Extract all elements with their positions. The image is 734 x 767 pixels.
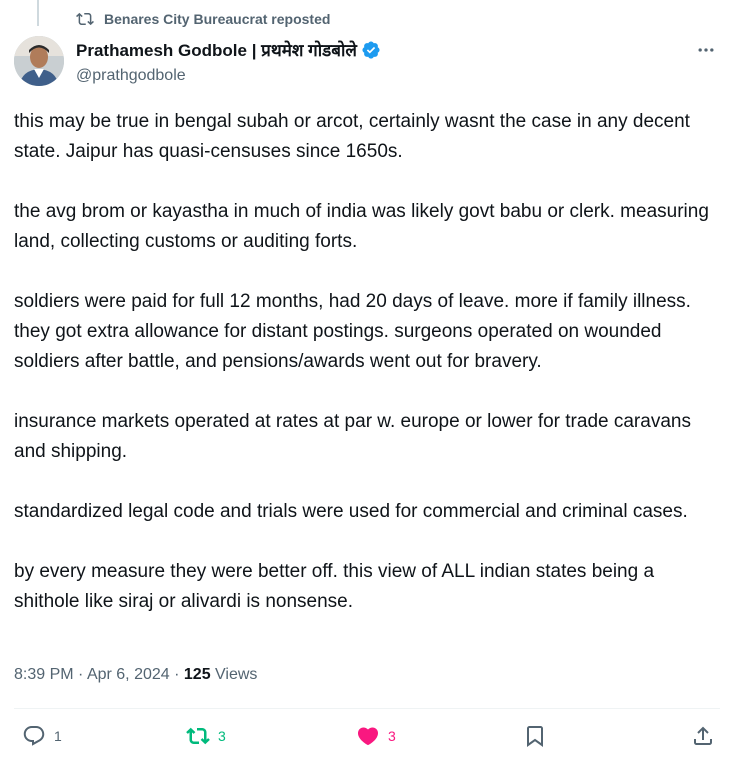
tweet-paragraph: the avg brom or kayastha in much of indi… bbox=[14, 201, 709, 252]
repost-count: 3 bbox=[218, 728, 226, 744]
repost-icon bbox=[76, 12, 94, 26]
verified-badge-icon[interactable] bbox=[361, 40, 381, 60]
heart-icon bbox=[357, 727, 379, 746]
tweet-date[interactable]: Apr 6, 2024 bbox=[87, 666, 170, 683]
meta-separator: · bbox=[169, 666, 184, 683]
bookmark-button[interactable] bbox=[523, 724, 547, 748]
tweet-time[interactable]: 8:39 PM bbox=[14, 666, 74, 683]
author-name-row[interactable]: Prathamesh Godbole | प्रथमेश गोडबोले bbox=[76, 38, 674, 61]
repost-button[interactable]: 3 bbox=[186, 724, 226, 748]
tweet-paragraph: this may be true in bengal subah or arco… bbox=[14, 111, 690, 162]
tweet-paragraph: standardized legal code and trials were … bbox=[14, 501, 688, 522]
avatar[interactable] bbox=[14, 36, 64, 86]
author-name[interactable]: Prathamesh Godbole | प्रथमेश गोडबोले bbox=[76, 38, 357, 61]
author-block[interactable]: Prathamesh Godbole | प्रथमेश गोडबोले @pr… bbox=[76, 38, 674, 85]
more-options-button[interactable] bbox=[694, 38, 718, 62]
repost-icon bbox=[186, 727, 210, 745]
tweet-meta: 8:39 PM · Apr 6, 2024 · 125 Views bbox=[14, 666, 257, 684]
repost-label: Benares City Bureaucrat reposted bbox=[104, 11, 331, 27]
author-handle[interactable]: @prathgodbole bbox=[76, 67, 674, 85]
like-count: 3 bbox=[388, 728, 396, 744]
like-button[interactable]: 3 bbox=[356, 724, 396, 748]
views-label: Views bbox=[210, 666, 258, 683]
tweet-paragraph: insurance markets operated at rates at p… bbox=[14, 411, 691, 462]
tweet-paragraph: by every measure they were better off. t… bbox=[14, 561, 655, 612]
tweet-paragraph: soldiers were paid for full 12 months, h… bbox=[14, 291, 691, 372]
reply-button[interactable]: 1 bbox=[22, 724, 62, 748]
views-count: 125 bbox=[183, 666, 211, 683]
reply-icon bbox=[23, 726, 45, 746]
reply-count: 1 bbox=[54, 728, 62, 744]
tweet-body: this may be true in bengal subah or arco… bbox=[14, 107, 714, 617]
divider bbox=[14, 708, 720, 709]
repost-indicator[interactable]: Benares City Bureaucrat reposted bbox=[76, 10, 330, 28]
meta-separator: · bbox=[73, 666, 87, 683]
thread-connector-line bbox=[37, 0, 39, 26]
share-icon bbox=[694, 726, 712, 745]
avatar-image bbox=[14, 36, 64, 86]
share-button[interactable] bbox=[691, 724, 715, 748]
more-dots-icon bbox=[698, 48, 714, 52]
bookmark-icon bbox=[527, 726, 543, 747]
action-bar: 1 3 3 bbox=[0, 724, 734, 752]
